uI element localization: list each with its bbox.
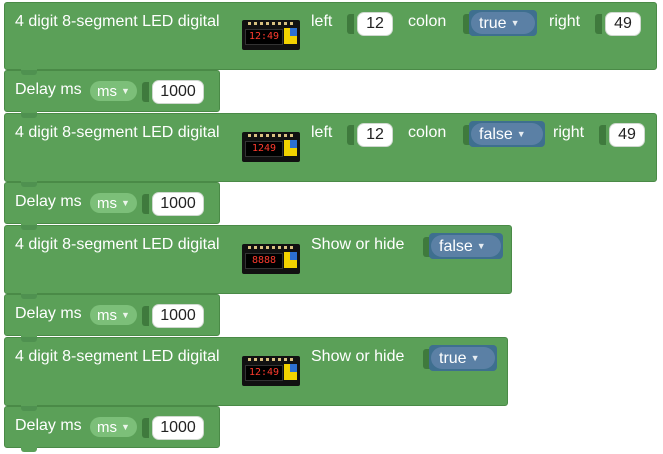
- show-hide-value: true: [439, 350, 467, 367]
- colon-value: true: [479, 15, 507, 32]
- delay-value-input[interactable]: 1000: [152, 192, 204, 216]
- dropdown-arrow-icon: ▼: [121, 310, 130, 320]
- delay-unit-dropdown[interactable]: ms ▼: [90, 305, 137, 325]
- show-hide-label: Show or hide: [311, 236, 405, 253]
- delay-value-input[interactable]: 1000: [152, 416, 204, 440]
- delay-unit-dropdown[interactable]: ms ▼: [90, 417, 137, 437]
- led-module-image: 12:49: [242, 356, 300, 386]
- delay-block[interactable]: Delay ms ms ▼ 1000: [4, 182, 220, 228]
- left-value-input[interactable]: 12: [357, 12, 393, 36]
- block-title: 4 digit 8-segment LED digital: [15, 348, 220, 365]
- led-show-hide-block[interactable]: 4 digit 8-segment LED digital 12:49 Show…: [4, 337, 508, 410]
- block-title: 4 digit 8-segment LED digital: [15, 13, 220, 30]
- block-title: 4 digit 8-segment LED digital: [15, 236, 220, 253]
- delay-block[interactable]: Delay ms ms ▼ 1000: [4, 70, 220, 116]
- left-label: left: [311, 124, 333, 141]
- right-label: right: [549, 13, 581, 30]
- delay-unit-dropdown[interactable]: ms ▼: [90, 81, 137, 101]
- dropdown-arrow-icon: ▼: [121, 422, 130, 432]
- dropdown-arrow-icon: ▼: [516, 129, 526, 139]
- show-hide-dropdown[interactable]: false ▼: [429, 233, 503, 259]
- delay-unit-dropdown[interactable]: ms ▼: [90, 193, 137, 213]
- dropdown-arrow-icon: ▼: [121, 86, 130, 96]
- delay-block[interactable]: Delay ms ms ▼ 1000: [4, 406, 220, 452]
- delay-value-input[interactable]: 1000: [152, 80, 204, 104]
- delay-label: Delay ms: [15, 417, 82, 434]
- show-hide-dropdown[interactable]: true ▼: [429, 345, 497, 371]
- delay-label: Delay ms: [15, 305, 82, 322]
- led-show-hide-block[interactable]: 4 digit 8-segment LED digital 8888 Show …: [4, 225, 512, 298]
- led-module-image: 8888: [242, 244, 300, 274]
- show-hide-label: Show or hide: [311, 348, 405, 365]
- delay-label: Delay ms: [15, 81, 82, 98]
- led-display-block[interactable]: 4 digit 8-segment LED digital 12:49 left…: [4, 2, 657, 74]
- dropdown-arrow-icon: ▼: [470, 353, 480, 363]
- left-value-input[interactable]: 12: [357, 123, 393, 147]
- delay-value-input[interactable]: 1000: [152, 304, 204, 328]
- colon-dropdown[interactable]: true ▼: [469, 10, 537, 36]
- colon-label: colon: [408, 13, 447, 30]
- right-label: right: [553, 124, 585, 141]
- dropdown-arrow-icon: ▼: [510, 18, 520, 28]
- right-value-input[interactable]: 49: [609, 123, 645, 147]
- colon-value: false: [479, 126, 513, 143]
- block-title: 4 digit 8-segment LED digital: [15, 124, 220, 141]
- colon-label: colon: [408, 124, 447, 141]
- show-hide-value: false: [439, 238, 473, 255]
- left-label: left: [311, 13, 333, 30]
- right-value-input[interactable]: 49: [605, 12, 641, 36]
- dropdown-arrow-icon: ▼: [121, 198, 130, 208]
- led-module-image: 12:49: [242, 20, 300, 50]
- led-display-block[interactable]: 4 digit 8-segment LED digital 1249 left …: [4, 113, 657, 186]
- delay-block[interactable]: Delay ms ms ▼ 1000: [4, 294, 220, 340]
- dropdown-arrow-icon: ▼: [476, 241, 486, 251]
- colon-dropdown[interactable]: false ▼: [469, 121, 545, 147]
- delay-label: Delay ms: [15, 193, 82, 210]
- led-module-image: 1249: [242, 132, 300, 162]
